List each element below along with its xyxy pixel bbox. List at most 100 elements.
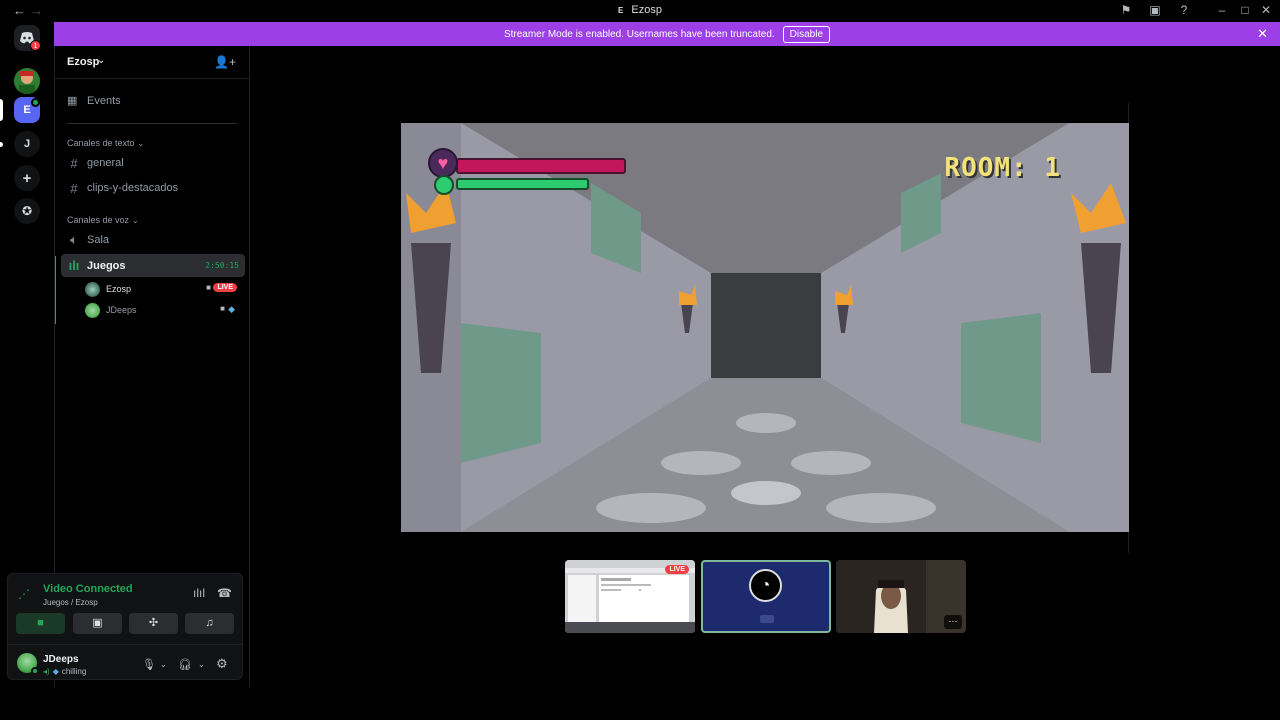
activities-button[interactable]: ✣	[129, 613, 178, 634]
voice-channel-sala[interactable]: 🔈︎ Sala	[67, 230, 245, 250]
channel-name: Juegos	[87, 259, 126, 272]
camera-icon: ■	[220, 304, 225, 313]
live-badge: LIVE	[213, 283, 237, 292]
explore-servers-icon[interactable]: ✪	[14, 198, 40, 224]
invite-people-icon[interactable]: 👤+	[214, 55, 236, 69]
user-status-text: chilling	[61, 667, 87, 676]
channel-general[interactable]: # general	[67, 153, 245, 173]
category-label: Canales de voz	[67, 215, 130, 225]
headset-icon[interactable]: 🎧︎	[178, 658, 192, 671]
chevron-down-icon: ⌄	[137, 139, 145, 148]
screen-share-icon	[621, 587, 639, 601]
voice-user-name: JDeeps	[106, 305, 137, 315]
voice-channels-category[interactable]: Canales de voz ⌄	[67, 215, 139, 225]
user-panel: JDeeps ◂) ◆ chilling 🎙︎ ⌄ 🎧︎ ⌄ ⚙	[8, 644, 244, 680]
add-server-icon[interactable]: +	[14, 165, 40, 191]
connection-signal-icon[interactable]: ⋰	[18, 587, 30, 601]
screen-share-icon: ▣	[92, 617, 103, 629]
stream-stage: ♥ ROOM: 1 LIVE ◔ ···	[251, 46, 1280, 720]
activities-icon: ✣	[148, 617, 159, 629]
screen-share-icon[interactable]: ▣	[1148, 3, 1162, 17]
heart-icon: ♥	[428, 148, 458, 178]
voice-connection-panel: ⋰ Video Connected Juegos / Ezosp ılıl ☎ …	[7, 573, 244, 680]
help-icon[interactable]: ?	[1177, 3, 1191, 17]
camera-toggle-button[interactable]: ■	[16, 613, 65, 634]
streamer-mode-message: Streamer Mode is enabled. Usernames have…	[503, 28, 775, 40]
disable-streamer-mode-button[interactable]: Disable	[782, 25, 831, 43]
room-label: ROOM: 1	[944, 153, 1061, 183]
soundboard-icon: ♫	[205, 617, 214, 629]
obs-logo-icon: ◔	[749, 569, 782, 602]
camera-icon: ■	[206, 283, 211, 292]
category-label: Canales de texto	[67, 138, 135, 148]
video-camera-icon: ■	[37, 617, 44, 629]
chevron-down-icon: ⌄	[132, 216, 139, 225]
server-avatar[interactable]	[14, 68, 40, 94]
stream-thumbnail-obs[interactable]: ◔	[701, 560, 831, 633]
voice-location[interactable]: Juegos / Ezosp	[43, 598, 98, 607]
selected-server-indicator	[0, 99, 3, 121]
user-status[interactable]: ◂) ◆ chilling	[43, 667, 86, 676]
main-stream-view[interactable]: ♥ ROOM: 1	[401, 123, 1129, 532]
divider	[67, 123, 237, 124]
voice-channel-juegos[interactable]: ılı Juegos 2:50:15	[61, 254, 245, 277]
speaker-icon: 🔈︎	[70, 232, 78, 247]
hashtag-icon: #	[70, 155, 78, 171]
chevron-down-icon[interactable]: ⌄	[160, 660, 167, 669]
events-label: Events	[87, 94, 121, 107]
gem-icon	[434, 175, 454, 195]
settings-gear-icon[interactable]: ⚙	[216, 656, 228, 672]
title-bar: ← → E Ezosp ⚑ ▣ ? – □ ✕	[0, 0, 1280, 21]
voice-activity-icon: ılı	[68, 258, 80, 273]
calendar-icon: ▦	[67, 95, 78, 107]
window-title-text: Ezosp	[631, 4, 662, 16]
user-name[interactable]: JDeeps	[43, 654, 79, 665]
voice-user-ezosp[interactable]: Ezosp ■ LIVE	[85, 280, 239, 298]
share-screen-button[interactable]: ▣	[73, 613, 122, 634]
chevron-down-icon[interactable]: ⌄	[97, 55, 105, 66]
unread-server-indicator	[0, 142, 3, 147]
avatar	[85, 302, 100, 318]
text-channels-category[interactable]: Canales de texto ⌄	[67, 138, 144, 148]
speaker-icon: ◂)	[43, 667, 50, 676]
noise-suppression-icon[interactable]: ılıl	[193, 586, 205, 600]
hashtag-icon: #	[70, 180, 78, 196]
channel-name: clips-y-destacados	[87, 182, 179, 194]
chevron-down-icon[interactable]: ⌄	[198, 660, 205, 669]
events-link[interactable]: ▦ Events	[67, 94, 121, 108]
stream-thumbnail-ezosp[interactable]: LIVE	[565, 560, 695, 633]
server-j[interactable]: J	[14, 131, 40, 157]
health-bar	[456, 158, 626, 174]
soundboard-button[interactable]: ♫	[185, 613, 234, 634]
window-title: E Ezosp	[0, 4, 1280, 16]
stream-thumbnail-camera[interactable]: ···	[836, 560, 966, 633]
truncated-username	[760, 615, 774, 623]
avatar	[85, 281, 100, 297]
notification-badge: 1	[30, 40, 41, 51]
disconnect-icon[interactable]: ☎	[217, 586, 232, 600]
close-icon[interactable]: ✕	[1259, 3, 1273, 17]
voice-user-name: Ezosp	[106, 284, 132, 294]
channel-clips-y-destacados[interactable]: # clips-y-destacados	[67, 178, 245, 198]
online-status-dot	[31, 667, 39, 675]
live-badge: LIVE	[665, 565, 689, 574]
active-voice-indicator	[55, 256, 56, 324]
minimize-icon[interactable]: –	[1215, 3, 1229, 17]
stamina-bar	[456, 178, 589, 190]
close-banner-icon[interactable]: ✕	[1257, 26, 1268, 42]
server-activity-dot	[31, 98, 40, 107]
server-name[interactable]: Ezosp	[67, 56, 99, 68]
server-badge: E	[618, 6, 624, 15]
status-emoji-icon: ◆	[52, 667, 59, 676]
voice-status[interactable]: Video Connected	[43, 583, 133, 595]
server-header[interactable]: Ezosp ⌄ 👤+	[55, 46, 250, 79]
voice-elapsed-time: 2:50:15	[205, 261, 239, 270]
activity-icon: ◆	[228, 304, 235, 314]
maximize-icon[interactable]: □	[1238, 3, 1252, 17]
streamer-mode-banner: Streamer Mode is enabled. Usernames have…	[54, 22, 1280, 46]
inbox-icon[interactable]: ⚑	[1119, 3, 1133, 17]
channel-name: Sala	[87, 234, 110, 246]
microphone-icon[interactable]: 🎙︎	[142, 658, 156, 671]
voice-user-jdeeps[interactable]: JDeeps ■ ◆	[85, 301, 239, 319]
more-options-icon[interactable]: ···	[944, 615, 962, 629]
